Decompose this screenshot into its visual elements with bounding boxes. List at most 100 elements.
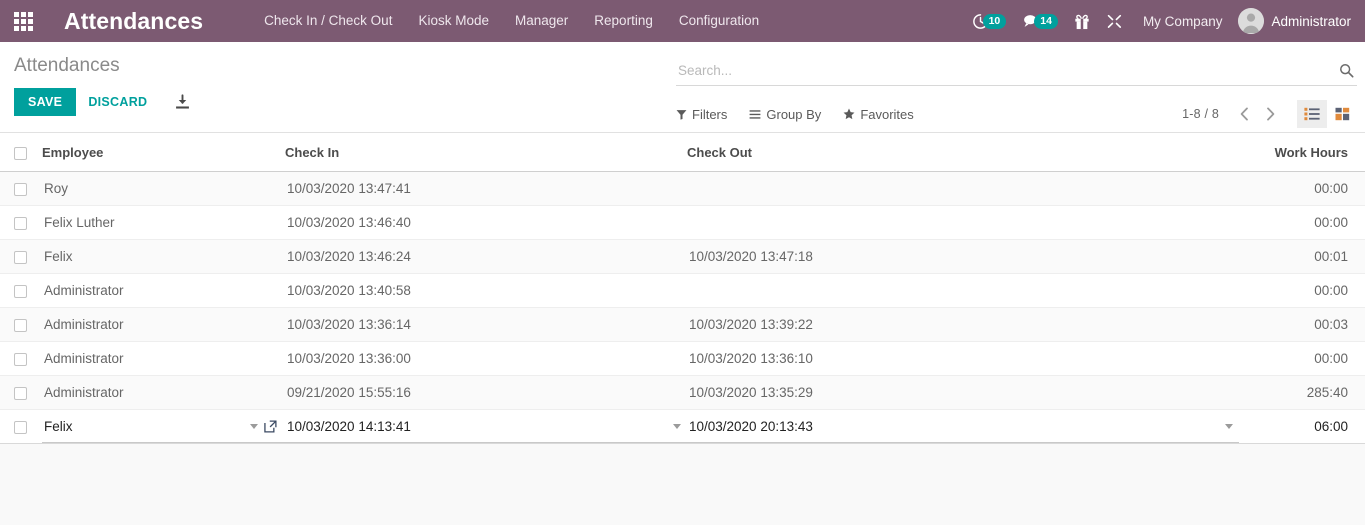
menu-item-configuration[interactable]: Configuration — [666, 0, 772, 42]
cell-check-out[interactable]: 10/03/2020 13:36:10 — [687, 341, 1239, 377]
cell-check-out[interactable] — [687, 171, 1239, 207]
check-out-field-value[interactable]: 10/03/2020 20:13:43 — [687, 419, 1219, 434]
cell-employee[interactable]: Felix Luther — [42, 205, 285, 241]
cell-employee[interactable]: Felix — [42, 239, 285, 275]
record-action-buttons: SAVE DISCARD — [14, 88, 193, 116]
cell-check-out[interactable]: 10/03/2020 13:35:29 — [687, 375, 1239, 411]
filters-dropdown[interactable]: Filters — [676, 107, 727, 122]
cell-work-hours[interactable]: 00:00 — [1239, 341, 1365, 377]
messaging-menu-button[interactable]: 14 — [1014, 0, 1066, 42]
cell-work-hours[interactable]: 00:00 — [1239, 273, 1365, 309]
table-row[interactable]: Administrator 10/03/2020 13:36:00 10/03/… — [0, 341, 1365, 377]
row-select-cell — [0, 273, 42, 309]
debug-tools-button[interactable] — [1098, 0, 1131, 42]
table-row-editing[interactable]: Felix 10/03/2020 14:13:41 10/03/2020 20:… — [0, 409, 1365, 445]
search-input[interactable] — [676, 63, 1335, 78]
row-select-cell — [0, 409, 42, 445]
table-row[interactable]: Administrator 09/21/2020 15:55:16 10/03/… — [0, 375, 1365, 411]
cell-check-in[interactable]: 10/03/2020 13:40:58 — [285, 273, 687, 309]
cell-check-out[interactable]: 10/03/2020 13:47:18 — [687, 239, 1239, 275]
cell-employee[interactable]: Roy — [42, 171, 285, 207]
cell-check-in[interactable]: 10/03/2020 13:46:24 — [285, 239, 687, 275]
download-button[interactable] — [171, 91, 193, 113]
internal-link-button[interactable] — [264, 420, 277, 433]
save-button[interactable]: SAVE — [14, 88, 77, 116]
cell-check-out[interactable] — [687, 205, 1239, 241]
discard-button[interactable]: DISCARD — [76, 88, 159, 116]
cell-check-in[interactable]: 10/03/2020 13:36:14 — [285, 307, 687, 343]
column-header-check-in[interactable]: Check In — [285, 133, 687, 173]
row-checkbox[interactable] — [14, 387, 27, 400]
row-select-cell — [0, 375, 42, 411]
menu-item-reporting[interactable]: Reporting — [581, 0, 666, 42]
user-avatar-icon — [1238, 8, 1265, 34]
row-checkbox[interactable] — [14, 319, 27, 332]
menu-item-manager[interactable]: Manager — [502, 0, 581, 42]
employee-dropdown-caret-icon[interactable] — [250, 424, 258, 430]
activity-menu-button[interactable]: 10 — [964, 0, 1015, 42]
cell-employee[interactable]: Administrator — [42, 375, 285, 411]
menu-item-check-in-out[interactable]: Check In / Check Out — [251, 0, 405, 42]
employee-field-value[interactable]: Felix — [42, 419, 244, 434]
favorites-dropdown[interactable]: Favorites — [843, 107, 914, 122]
control-panel-left: Attendances SAVE DISCARD — [14, 42, 193, 116]
table-row[interactable]: Administrator 10/03/2020 13:36:14 10/03/… — [0, 307, 1365, 343]
select-all-checkbox[interactable] — [14, 147, 27, 161]
user-name-label: Administrator — [1271, 13, 1351, 29]
cell-employee[interactable]: Administrator — [42, 341, 285, 377]
column-header-check-out[interactable]: Check Out — [687, 133, 1239, 173]
check-in-dropdown-caret-icon[interactable] — [673, 424, 681, 430]
column-header-employee[interactable]: Employee — [42, 133, 285, 173]
cell-employee[interactable]: Administrator — [42, 307, 285, 343]
search-bar — [676, 56, 1357, 86]
column-header-work-hours[interactable]: Work Hours — [1239, 133, 1365, 173]
cell-check-in[interactable]: 10/03/2020 13:36:00 — [285, 341, 687, 377]
table-row[interactable]: Roy 10/03/2020 13:47:41 00:00 — [0, 171, 1365, 207]
row-checkbox[interactable] — [14, 421, 27, 434]
cell-check-out[interactable]: 10/03/2020 13:39:22 — [687, 307, 1239, 343]
app-brand-title[interactable]: Attendances — [64, 8, 203, 35]
cell-check-in[interactable]: 09/21/2020 15:55:16 — [285, 375, 687, 411]
row-select-cell — [0, 307, 42, 343]
row-checkbox[interactable] — [14, 183, 27, 196]
table-row[interactable]: Administrator 10/03/2020 13:40:58 00:00 — [0, 273, 1365, 309]
view-switcher-list-button[interactable] — [1297, 100, 1327, 128]
chevron-left-icon — [1240, 107, 1248, 121]
hamburger-lines-icon — [749, 109, 761, 119]
cell-work-hours[interactable]: 00:03 — [1239, 307, 1365, 343]
cell-work-hours[interactable]: 00:00 — [1239, 205, 1365, 241]
company-switcher[interactable]: My Company — [1131, 14, 1235, 29]
table-header-row: Employee Check In Check Out Work Hours — [0, 133, 1365, 173]
pager-previous-button[interactable] — [1231, 101, 1257, 127]
cell-check-out-editing[interactable]: 10/03/2020 20:13:43 — [687, 409, 1239, 445]
cell-employee-editing[interactable]: Felix — [42, 409, 285, 445]
control-panel-right: Filters Group By Favorites 1-8 / 8 — [676, 42, 1357, 128]
cell-check-in[interactable]: 10/03/2020 13:47:41 — [285, 171, 687, 207]
table-row[interactable]: Felix 10/03/2020 13:46:24 10/03/2020 13:… — [0, 239, 1365, 275]
pager-next-button[interactable] — [1257, 101, 1283, 127]
gift-icon — [1075, 14, 1089, 29]
cell-employee[interactable]: Administrator — [42, 273, 285, 309]
cell-check-out[interactable] — [687, 273, 1239, 309]
view-switcher-kanban-button[interactable] — [1327, 100, 1357, 128]
apps-menu-button[interactable] — [0, 0, 46, 42]
row-checkbox[interactable] — [14, 353, 27, 366]
cell-work-hours[interactable]: 00:01 — [1239, 239, 1365, 275]
menu-item-kiosk-mode[interactable]: Kiosk Mode — [405, 0, 502, 42]
row-checkbox[interactable] — [14, 251, 27, 264]
check-in-field-value[interactable]: 10/03/2020 14:13:41 — [285, 419, 667, 434]
cell-work-hours-editing: 06:00 — [1239, 409, 1365, 445]
group-by-dropdown[interactable]: Group By — [749, 107, 821, 122]
gift-menu-button[interactable] — [1066, 0, 1098, 42]
row-checkbox[interactable] — [14, 285, 27, 298]
cell-work-hours[interactable]: 00:00 — [1239, 171, 1365, 207]
user-menu[interactable]: Administrator — [1234, 8, 1357, 34]
row-checkbox[interactable] — [14, 217, 27, 230]
search-submit-button[interactable] — [1335, 63, 1357, 78]
cell-check-in[interactable]: 10/03/2020 13:46:40 — [285, 205, 687, 241]
table-row[interactable]: Felix Luther 10/03/2020 13:46:40 00:00 — [0, 205, 1365, 241]
check-out-dropdown-caret-icon[interactable] — [1225, 424, 1233, 430]
cell-work-hours[interactable]: 285:40 — [1239, 375, 1365, 411]
external-link-icon — [264, 420, 277, 433]
cell-check-in-editing[interactable]: 10/03/2020 14:13:41 — [285, 409, 687, 445]
